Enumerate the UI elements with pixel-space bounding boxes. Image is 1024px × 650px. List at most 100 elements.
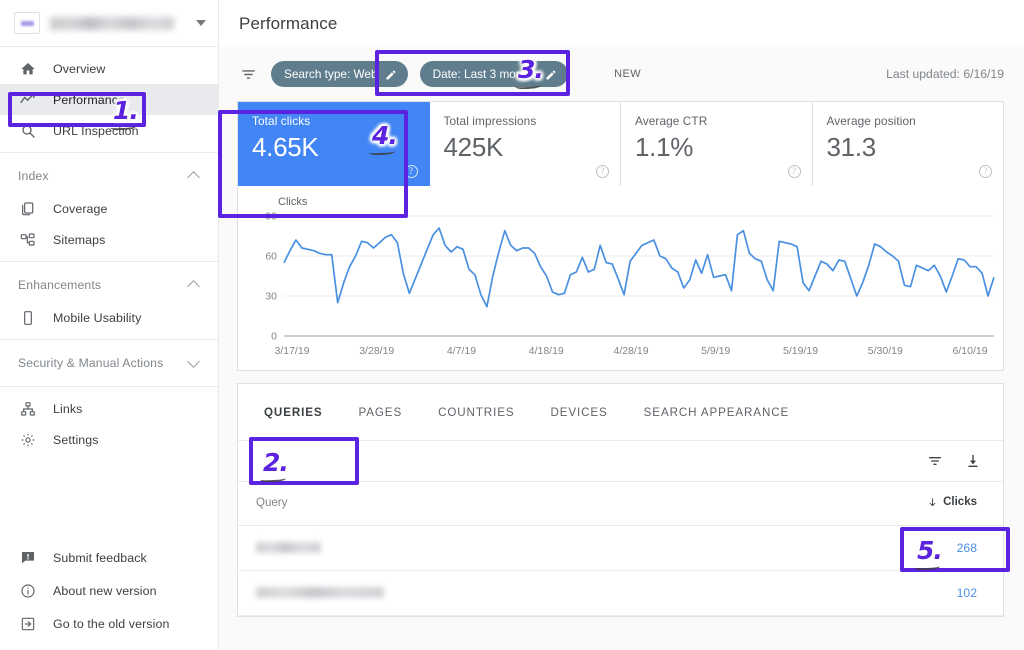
pencil-icon[interactable]	[545, 68, 557, 80]
chevron-up-icon[interactable]	[189, 280, 200, 291]
section-header-security[interactable]: Security & Manual Actions	[0, 346, 218, 380]
table-row[interactable]: 268	[238, 525, 1003, 570]
sidebar-label-submit-feedback: Submit feedback	[53, 551, 147, 565]
performance-panel: Total clicks 4.65K ? Total impressions 4…	[237, 101, 1004, 371]
x-axis-tick: 5/9/19	[701, 345, 730, 357]
sidebar-label-about-new-version: About new version	[53, 584, 157, 598]
sidebar-item-mobile-usability[interactable]: Mobile Usability	[0, 302, 218, 333]
total-clicks-card[interactable]: Total clicks 4.65K ?	[238, 102, 430, 186]
sidebar-label-settings: Settings	[53, 433, 99, 447]
x-axis-tick: 5/30/19	[868, 345, 903, 357]
total-impressions-value: 425K	[444, 132, 621, 163]
date-filter-chip[interactable]: Date: Last 3 months	[420, 61, 569, 87]
chevron-up-icon[interactable]	[189, 171, 200, 182]
search-console-app: Overview Performance URL Inspection Inde…	[0, 0, 1024, 650]
sidebar-item-url-inspection[interactable]: URL Inspection	[0, 115, 218, 146]
pencil-icon[interactable]	[385, 68, 397, 80]
tab-pages-label: PAGES	[358, 406, 402, 419]
chevron-down-icon[interactable]	[196, 20, 206, 26]
trending-up-icon	[18, 90, 37, 109]
metric-cards: Total clicks 4.65K ? Total impressions 4…	[238, 102, 1003, 186]
average-ctr-card[interactable]: Average CTR 1.1% ?	[621, 102, 813, 186]
sidebar-item-links[interactable]: Links	[0, 393, 218, 424]
site-badge-icon	[14, 12, 40, 34]
tab-queries[interactable]: QUERIES	[246, 384, 340, 440]
property-selector[interactable]	[0, 0, 218, 47]
clicks-cell: 268	[704, 525, 1003, 570]
sidebar-item-submit-feedback[interactable]: Submit feedback	[0, 541, 218, 574]
top-bar: Performance	[219, 0, 1024, 47]
sidebar-footer-group: Submit feedback About new version Go to …	[0, 541, 218, 650]
table-header-row: Query Clicks	[238, 482, 1003, 526]
column-header-clicks[interactable]: Clicks	[704, 482, 1003, 526]
x-axis-tick: 4/28/19	[614, 345, 649, 357]
page-title: Performance	[239, 14, 337, 34]
total-impressions-label: Total impressions	[444, 114, 621, 128]
tab-queries-label: QUERIES	[264, 406, 322, 419]
clicks-cell: 102	[704, 570, 1003, 615]
svg-text:0: 0	[271, 331, 277, 343]
clicks-line-chart: 03060903/17/193/28/194/7/194/18/194/28/1…	[252, 210, 1000, 362]
total-clicks-value: 4.65K	[252, 132, 429, 163]
average-position-card[interactable]: Average position 31.3 ?	[813, 102, 1004, 186]
total-impressions-card[interactable]: Total impressions 425K ?	[430, 102, 622, 186]
sidebar-item-coverage[interactable]: Coverage	[0, 193, 218, 224]
last-updated-text: Last updated: 6/16/19	[886, 67, 1004, 81]
section-header-enhancements[interactable]: Enhancements	[0, 268, 218, 302]
tab-countries[interactable]: COUNTRIES	[420, 384, 532, 440]
filter-icon[interactable]	[927, 453, 943, 469]
sidebar-label-coverage: Coverage	[53, 202, 108, 216]
tab-pages[interactable]: PAGES	[340, 384, 420, 440]
section-header-index[interactable]: Index	[0, 159, 218, 193]
sidebar-label-links: Links	[53, 402, 82, 416]
info-icon	[18, 581, 37, 600]
sidebar-item-performance[interactable]: Performance	[0, 84, 218, 115]
average-ctr-value: 1.1%	[635, 132, 812, 163]
table-head: Query Clicks	[238, 482, 1003, 526]
x-axis-tick: 3/17/19	[274, 345, 309, 357]
sidebar-spacer	[0, 461, 218, 541]
table-body: 268 102	[238, 525, 1003, 615]
sidebar-item-settings[interactable]: Settings	[0, 424, 218, 455]
date-filter-chip-label: Date: Last 3 months	[433, 67, 539, 81]
query-cell	[238, 570, 704, 615]
sidebar-label-mobile-usability: Mobile Usability	[53, 311, 141, 325]
chevron-down-icon[interactable]	[189, 358, 200, 369]
sidebar-label-url-inspection: URL Inspection	[53, 124, 139, 138]
x-axis-tick: 4/7/19	[447, 345, 476, 357]
sidebar-item-old-version[interactable]: Go to the old version	[0, 607, 218, 640]
tab-devices[interactable]: DEVICES	[532, 384, 625, 440]
search-type-chip[interactable]: Search type: Web	[271, 61, 408, 87]
clicks-sort-header[interactable]: Clicks	[927, 496, 977, 508]
section-title-index: Index	[18, 169, 49, 183]
x-axis-tick: 3/28/19	[359, 345, 394, 357]
property-name-redacted	[50, 17, 174, 30]
tab-devices-label: DEVICES	[550, 406, 607, 419]
download-icon[interactable]	[965, 453, 981, 469]
tab-search-appearance[interactable]: SEARCH APPEARANCE	[626, 384, 807, 440]
average-ctr-label: Average CTR	[635, 114, 812, 128]
chart-legend-label: Clicks	[278, 196, 989, 208]
search-type-chip-label: Search type: Web	[284, 67, 378, 81]
query-cell	[238, 525, 704, 570]
new-badge: NEW	[614, 68, 641, 80]
gear-icon	[18, 430, 37, 449]
query-text-redacted	[256, 542, 321, 553]
help-icon[interactable]: ?	[979, 165, 992, 178]
help-icon[interactable]: ?	[788, 165, 801, 178]
sidebar-item-about-new-version[interactable]: About new version	[0, 574, 218, 607]
sidebar-item-sitemaps[interactable]: Sitemaps	[0, 224, 218, 255]
content-area: Total clicks 4.65K ? Total impressions 4…	[219, 101, 1024, 650]
help-icon[interactable]: ?	[405, 165, 418, 178]
main-content: Performance Search type: Web Date: Last …	[219, 0, 1024, 650]
svg-text:60: 60	[265, 251, 277, 263]
filter-list-icon[interactable]	[237, 63, 259, 85]
help-icon[interactable]: ?	[596, 165, 609, 178]
exit-icon	[18, 614, 37, 633]
dimension-table-panel: QUERIES PAGES COUNTRIES DEVICES SEARCH A…	[237, 383, 1004, 617]
table-row[interactable]: 102	[238, 570, 1003, 615]
column-header-query[interactable]: Query	[238, 482, 704, 526]
clicks-chart: Clicks 03060903/17/193/28/194/7/194/18/1…	[238, 186, 1003, 370]
x-axis-tick: 5/19/19	[783, 345, 818, 357]
sidebar-item-overview[interactable]: Overview	[0, 53, 218, 84]
